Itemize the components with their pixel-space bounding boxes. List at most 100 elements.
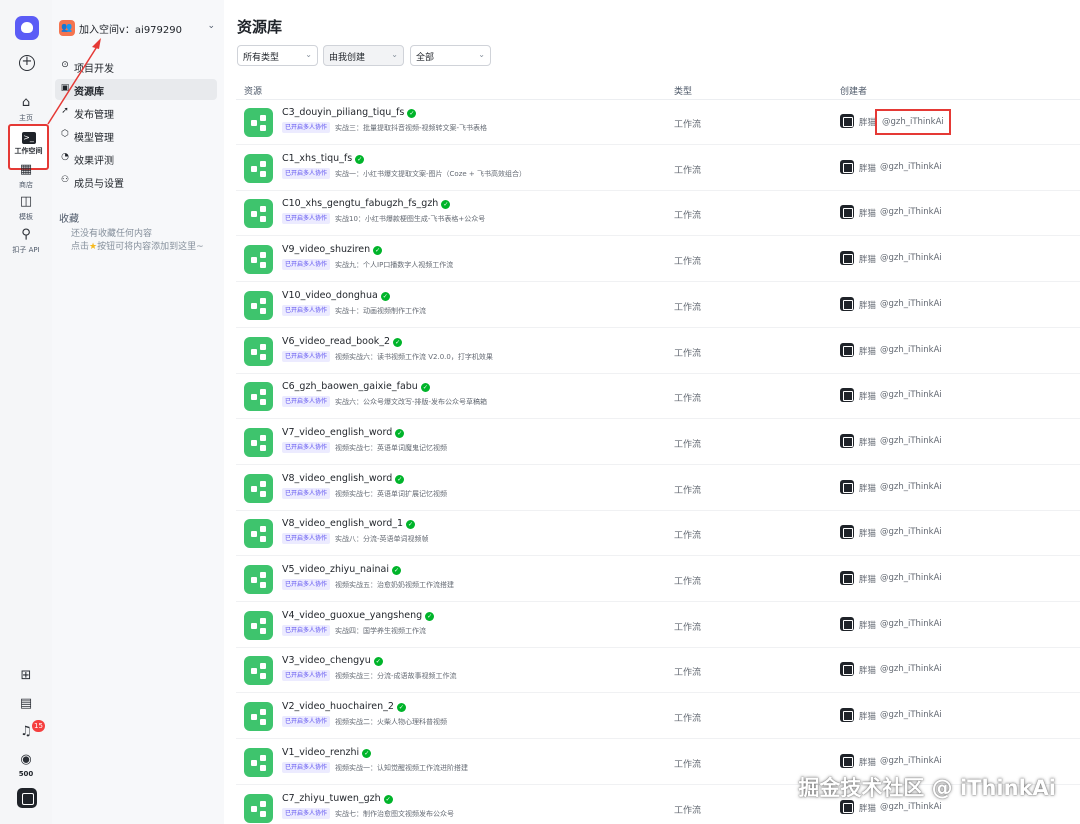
creator-avatar bbox=[840, 753, 854, 768]
table-row[interactable]: V10_video_donghua ✓ 已开启多人协作 实战十：动画视频制作工作流 工作… bbox=[236, 283, 1080, 328]
sidebar-item-label: 资源库 bbox=[74, 87, 104, 98]
resource-name-cell: C10_xhs_gengtu_fabugzh_fs_gzh ✓ bbox=[282, 198, 451, 210]
apps-grid-icon: ⊞ bbox=[20, 668, 32, 683]
resource-description: 实战七：制作治愈图文视频发布公众号 bbox=[335, 809, 454, 818]
resource-name-cell: V6_video_read_book_2 ✓ bbox=[282, 336, 403, 347]
api-icon: ⚲ bbox=[21, 227, 31, 242]
creator-name: 胖猫 bbox=[859, 346, 877, 357]
resource-type: 工作流 bbox=[674, 668, 702, 679]
filter-value: 全部 bbox=[416, 53, 435, 63]
resource-description: 视频实战七：英语单词扩展记忆视频 bbox=[335, 489, 447, 498]
table-row[interactable]: C1_xhs_tiqu_fs ✓ 已开启多人协作 实战一：小红书爆文提取文案-图片（C… bbox=[236, 146, 1080, 191]
creator-handle: @gzh_iThinkAi bbox=[880, 207, 942, 218]
table-row[interactable]: V9_video_shuziren ✓ 已开启多人协作 实战九：个人IP口播数字人视频… bbox=[236, 237, 1080, 283]
table-row[interactable]: C6_gzh_baowen_gaixie_fabu ✓ 已开启多人协作 实战六：公众号… bbox=[236, 374, 1080, 420]
creator-name: 胖猫 bbox=[859, 392, 877, 403]
resource-name-cell: V8_video_english_word_1 ✓ bbox=[282, 518, 416, 530]
type-filter-select[interactable]: 所有类型 ⌄ bbox=[237, 45, 318, 66]
resource-name: V1_video_renzhi bbox=[282, 746, 360, 758]
resource-description: 实战六：公众号爆文改写-排版-发布公众号草稿箱 bbox=[335, 398, 488, 407]
workflow-icon bbox=[244, 108, 273, 137]
resource-name-cell: V9_video_shuziren ✓ bbox=[282, 244, 383, 256]
space-name: 加入空间v：ai979290 bbox=[79, 25, 182, 36]
creator-avatar bbox=[840, 114, 854, 128]
table-row[interactable]: V6_video_read_book_2 ✓ 已开启多人协作 视频实战六：读书视频工作… bbox=[236, 329, 1080, 374]
space-switcher[interactable]: 👥 加入空间v：ai979290 ⌄ bbox=[59, 16, 217, 42]
resource-library-page: 资源库 所有类型 ⌄ 由我创建 ⌄ 全部 ⌄ 资源 类型 创建者 C3_douy… bbox=[224, 0, 1080, 824]
column-header-creator: 创建者 bbox=[840, 87, 868, 97]
workflow-icon bbox=[244, 656, 273, 686]
create-plus-icon[interactable]: + bbox=[19, 55, 35, 71]
creator-name: 胖猫 bbox=[859, 118, 877, 128]
creator-avatar bbox=[840, 662, 854, 677]
table-row[interactable]: V4_video_guoxue_yangsheng ✓ 已开启多人协作 实战四：国学养… bbox=[236, 603, 1080, 648]
resource-name-cell: V5_video_zhiyu_nainai ✓ bbox=[282, 564, 401, 575]
collaboration-tag: 已开启多人协作 bbox=[282, 624, 331, 636]
workflow-icon bbox=[244, 336, 273, 366]
creator-handle: @gzh_iThinkAi bbox=[880, 390, 942, 401]
creator-handle: @gzh_iThinkAi bbox=[880, 161, 942, 172]
resource-name-cell: V3_video_chengyu ✓ bbox=[282, 655, 383, 667]
creator-name: 胖猫 bbox=[859, 437, 877, 448]
table-row[interactable]: C3_douyin_piliang_tiqu_fs ✓ 已开启多人协作 实战三：批量提… bbox=[236, 100, 1080, 145]
rail-docs-button[interactable]: ▤ bbox=[0, 696, 52, 712]
rail-item-label: 主页 bbox=[19, 114, 33, 122]
sidebar-item-evaluation[interactable]: ◔ 效果评测 bbox=[55, 148, 217, 169]
column-header-type: 类型 bbox=[674, 87, 693, 97]
sidebar-item-models[interactable]: ⬡ 模型管理 bbox=[55, 125, 217, 146]
favorites-empty-line: 还没有收藏任何内容 bbox=[71, 229, 153, 239]
creator-handle: @gzh_iThinkAi bbox=[880, 618, 942, 629]
table-row[interactable]: V7_video_english_word ✓ 已开启多人协作 视频实战七：英语单词魔… bbox=[236, 420, 1080, 465]
collaboration-tag: 已开启多人协作 bbox=[282, 259, 331, 271]
workflow-icon bbox=[244, 382, 273, 412]
chevron-down-icon: ⌄ bbox=[305, 50, 312, 59]
sidebar-item-projects[interactable]: ⊙ 项目开发 bbox=[55, 56, 217, 77]
creator-handle: @gzh_iThinkAi bbox=[880, 527, 942, 538]
workflow-icon bbox=[244, 519, 273, 549]
creator-name: 胖猫 bbox=[859, 712, 877, 723]
table-row[interactable]: V8_video_english_word_1 ✓ 已开启多人协作 实战八：分流-英语… bbox=[236, 511, 1080, 557]
table-row[interactable]: C10_xhs_gengtu_fabugzh_fs_gzh ✓ 已开启多人协作 实战1… bbox=[236, 191, 1080, 237]
table-row[interactable]: V3_video_chengyu ✓ 已开启多人协作 视频实战三：分流-成语故事视频工… bbox=[236, 648, 1080, 694]
creator-avatar bbox=[840, 525, 854, 540]
creator-name: 胖猫 bbox=[859, 575, 877, 585]
rail-credits-button[interactable]: ◉ 500 bbox=[0, 752, 52, 778]
sidebar-item-publish[interactable]: ➚ 发布管理 bbox=[55, 102, 217, 123]
workflow-icon bbox=[244, 747, 273, 777]
workflow-icon bbox=[244, 565, 273, 594]
rail-item-templates[interactable]: ◫ 模板 bbox=[0, 194, 52, 222]
creator-name: 胖猫 bbox=[859, 163, 877, 174]
resource-description: 实战三：批量提取抖音视频-视频转文案-飞书表格 bbox=[335, 124, 488, 132]
published-check-icon: ✓ bbox=[383, 794, 393, 804]
table-row[interactable]: V2_video_huochairen_2 ✓ 已开启多人协作 视频实战二：火柴人物心… bbox=[236, 694, 1080, 740]
creator-handle: @gzh_iThinkAi bbox=[880, 801, 942, 812]
creator-avatar bbox=[840, 251, 854, 266]
creator-avatar bbox=[840, 708, 854, 723]
creator-filter-select[interactable]: 由我创建 ⌄ bbox=[323, 45, 404, 66]
model-icon: ⬡ bbox=[61, 129, 69, 139]
published-check-icon: ✓ bbox=[392, 566, 401, 575]
user-avatar[interactable] bbox=[17, 788, 37, 808]
rail-item-store[interactable]: ▦ 商店 bbox=[0, 162, 52, 190]
rail-item-home[interactable]: ⌂ 主页 bbox=[0, 95, 52, 123]
creator-handle: @gzh_iThinkAi bbox=[880, 710, 942, 721]
creator-handle: @gzh_iThinkAi bbox=[880, 664, 942, 675]
rail-item-api[interactable]: ⚲ 扣子 API bbox=[0, 227, 52, 255]
rail-apps-button[interactable]: ⊞ bbox=[0, 668, 52, 684]
resource-name: C1_xhs_tiqu_fs bbox=[282, 152, 353, 164]
sidebar-item-library[interactable]: ▣ 资源库 bbox=[55, 79, 217, 100]
home-icon: ⌂ bbox=[21, 95, 31, 110]
document-icon: ▤ bbox=[19, 696, 33, 711]
star-icon: ★ bbox=[89, 242, 98, 252]
sidebar-item-members[interactable]: ⚇ 成员与设置 bbox=[55, 171, 217, 192]
sidebar-item-label: 成员与设置 bbox=[74, 179, 124, 190]
resource-name: V4_video_guoxue_yangsheng bbox=[282, 609, 423, 621]
resource-type: 工作流 bbox=[674, 439, 702, 450]
coze-logo-icon[interactable] bbox=[15, 16, 39, 40]
status-filter-select[interactable]: 全部 ⌄ bbox=[410, 45, 491, 66]
workflow-icon bbox=[244, 153, 273, 183]
table-row[interactable]: V8_video_english_word ✓ 已开启多人协作 视频实战七：英语单词扩… bbox=[236, 466, 1080, 511]
creator-handle: @gzh_iThinkAi bbox=[880, 755, 942, 766]
resource-type: 工作流 bbox=[674, 120, 702, 130]
table-row[interactable]: V5_video_zhiyu_nainai ✓ 已开启多人协作 视频实战五：治愈奶奶视… bbox=[236, 557, 1080, 602]
